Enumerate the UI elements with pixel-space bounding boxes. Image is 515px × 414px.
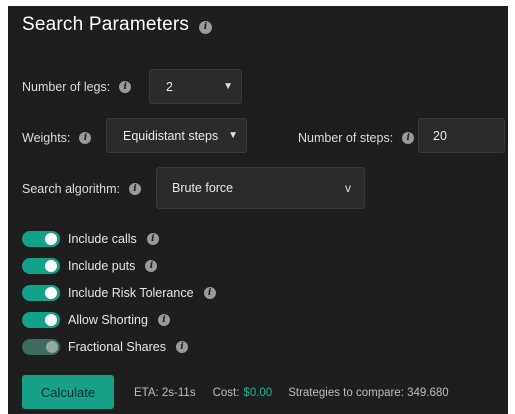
weights-label: Weights: xyxy=(22,131,71,145)
info-icon[interactable]: i xyxy=(199,20,213,34)
toggle-switch[interactable] xyxy=(22,258,60,274)
toggle-include-risk-tolerance[interactable]: Include Risk Tolerance i xyxy=(22,285,216,301)
panel-title: Search Parameters i xyxy=(22,14,213,36)
eta-text: ETA: 2s-11s xyxy=(134,387,196,399)
info-icon[interactable]: i xyxy=(119,81,132,93)
toggle-include-calls[interactable]: Include calls i xyxy=(22,231,159,247)
legs-select-value: 2 xyxy=(166,79,173,94)
weights-row: Weights: i xyxy=(22,131,92,145)
search-parameters-panel: Search Parameters i Number of legs: i 2 … xyxy=(8,6,508,414)
weights-select[interactable]: Equidistant steps ▼ xyxy=(106,118,247,153)
chevron-down-icon: ▼ xyxy=(223,81,233,92)
algorithm-select[interactable]: Brute force v xyxy=(156,167,365,209)
info-icon[interactable]: i xyxy=(145,260,158,272)
steps-input[interactable]: 20 xyxy=(418,118,505,153)
cost-label: Cost: xyxy=(212,387,240,399)
toggle-switch[interactable] xyxy=(22,312,60,328)
algorithm-label: Search algorithm: xyxy=(22,182,120,196)
strategies-text: Strategies to compare: 349.680 xyxy=(288,387,449,399)
info-icon[interactable]: i xyxy=(146,233,159,245)
toggle-label: Allow Shorting xyxy=(68,313,148,327)
algorithm-row: Search algorithm: i xyxy=(22,182,141,196)
toggle-label: Include Risk Tolerance xyxy=(68,286,194,300)
legs-select[interactable]: 2 ▼ xyxy=(149,69,242,104)
info-icon[interactable]: i xyxy=(79,132,92,144)
toggle-label: Fractional Shares xyxy=(68,340,166,354)
weights-select-value: Equidistant steps xyxy=(123,128,219,143)
toggle-switch[interactable] xyxy=(22,231,60,247)
chevron-down-icon: v xyxy=(345,181,351,195)
legs-row: Number of legs: i xyxy=(22,80,132,94)
cost-value: $0.00 xyxy=(243,387,273,399)
calculate-button[interactable]: Calculate xyxy=(22,375,114,409)
info-icon[interactable]: i xyxy=(402,132,415,144)
toggle-allow-shorting[interactable]: Allow Shorting i xyxy=(22,312,170,328)
panel-title-text: Search Parameters xyxy=(22,14,190,35)
info-icon[interactable]: i xyxy=(203,287,216,299)
toggle-knob xyxy=(45,287,57,299)
info-icon[interactable]: i xyxy=(157,314,170,326)
toggle-knob xyxy=(46,341,58,353)
toggle-fractional-shares[interactable]: Fractional Shares i xyxy=(22,339,188,355)
footer-stats: ETA: 2s-11s Cost: $0.00 Strategies to co… xyxy=(134,387,449,399)
chevron-down-icon: ▼ xyxy=(228,130,238,141)
toggle-knob xyxy=(45,314,57,326)
toggle-label: Include puts xyxy=(68,259,136,273)
info-icon[interactable]: i xyxy=(175,341,188,353)
toggle-include-puts[interactable]: Include puts i xyxy=(22,258,158,274)
steps-row: Number of steps: i xyxy=(298,131,415,145)
toggle-switch[interactable] xyxy=(22,285,60,301)
toggle-knob xyxy=(45,233,57,245)
steps-input-value: 20 xyxy=(433,128,447,143)
algorithm-select-value: Brute force xyxy=(172,181,234,195)
info-icon[interactable]: i xyxy=(128,183,141,195)
toggle-label: Include calls xyxy=(68,232,137,246)
toggle-knob xyxy=(45,260,57,272)
legs-label: Number of legs: xyxy=(22,80,111,94)
steps-label: Number of steps: xyxy=(298,131,394,145)
toggle-switch[interactable] xyxy=(22,339,60,355)
